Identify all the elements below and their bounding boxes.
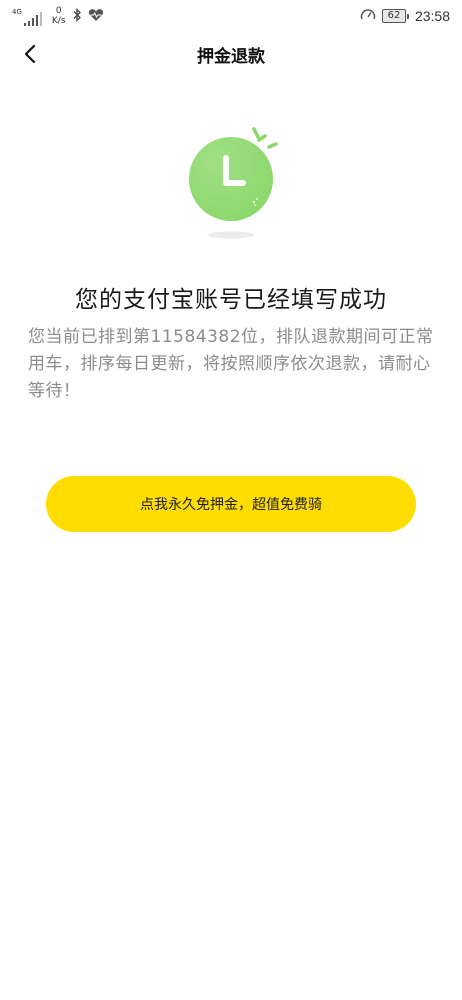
status-bar: 4G 0 K/s 62 23:58 — [0, 0, 462, 32]
signal-icon: 4G — [12, 6, 42, 26]
bluetooth-icon — [72, 7, 82, 25]
clock-illustration — [181, 122, 281, 242]
battery-level: 62 — [381, 9, 406, 23]
illustration-shadow — [208, 231, 254, 239]
clock: 23:58 — [414, 8, 450, 24]
network-speed-value: 0 — [55, 6, 62, 16]
status-bar-left: 4G 0 K/s — [12, 6, 104, 26]
speedometer-icon — [360, 8, 376, 25]
navigation-bar: 押金退款 — [0, 32, 462, 76]
network-speed: 0 K/s — [52, 6, 66, 26]
status-bar-right: 62 23:58 — [360, 8, 450, 25]
alarm-ring-line — [252, 127, 260, 139]
back-button[interactable] — [14, 38, 46, 70]
success-headline: 您的支付宝账号已经填写成功 — [75, 287, 387, 313]
battery-icon: 62 — [381, 9, 409, 23]
health-heart-icon — [88, 8, 104, 25]
network-speed-unit: K/s — [51, 16, 66, 26]
queue-description: 您当前已排到第11584382位，排队退款期间可正常用车，排序每日更新，将按照顺… — [28, 327, 434, 401]
free-deposit-button-label: 点我永久免押金，超值免费骑 — [140, 497, 322, 513]
page-title: 押金退款 — [197, 46, 265, 67]
network-type: 4G — [12, 8, 22, 16]
free-deposit-button[interactable]: 点我永久免押金，超值免费骑 — [46, 476, 416, 532]
chevron-left-icon — [24, 44, 36, 64]
